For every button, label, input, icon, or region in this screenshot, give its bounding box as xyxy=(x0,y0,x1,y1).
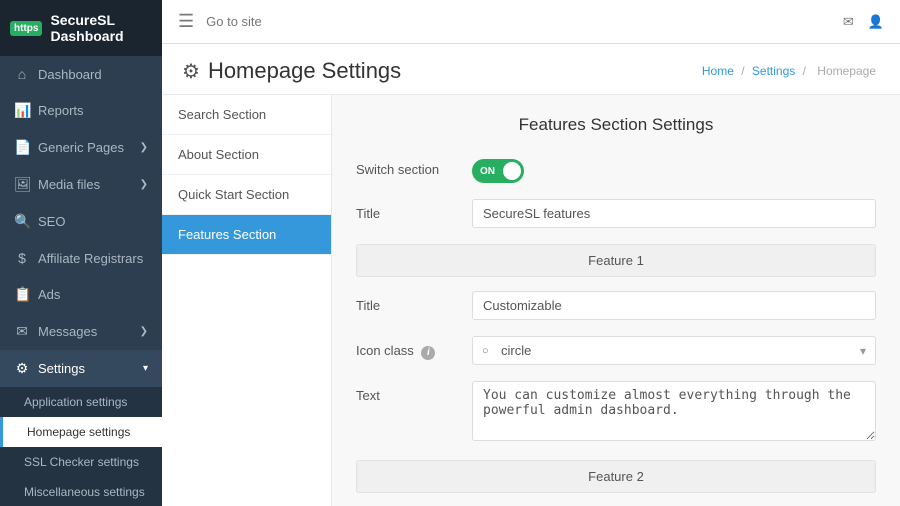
topbar-left: ☰ Go to site xyxy=(178,11,262,32)
section-item-quickstart[interactable]: Quick Start Section xyxy=(162,175,331,215)
sidebar-item-homepage-settings[interactable]: Homepage settings xyxy=(0,417,162,447)
mail-icon[interactable]: ✉ xyxy=(843,14,854,30)
page-title-row: ⚙ Homepage Settings xyxy=(182,58,401,84)
chevron-right-icon: ❯ xyxy=(140,142,148,153)
main-area: ☰ Go to site ✉ 👤 ⚙ Homepage Settings Hom… xyxy=(162,0,900,506)
chevron-right-icon: ❯ xyxy=(140,179,148,190)
feature2-header: Feature 2 xyxy=(356,460,876,493)
sidebar-item-media-files[interactable]: 🖼 Media files ❯ xyxy=(0,166,162,203)
page-settings-icon: ⚙ xyxy=(182,59,200,84)
title-control xyxy=(472,199,876,228)
feature1-icon-control: ○ circle xyxy=(472,336,876,365)
feature1-text-input[interactable]: You can customize almost everything thro… xyxy=(472,381,876,441)
goto-site-link[interactable]: Go to site xyxy=(206,14,262,29)
chevron-down-icon: ▾ xyxy=(143,363,148,374)
feature1-header: Feature 1 xyxy=(356,244,876,277)
feature1-title-input[interactable] xyxy=(472,291,876,320)
ads-icon: 📋 xyxy=(14,286,30,303)
pages-icon: 📄 xyxy=(14,139,30,156)
page-body: Search Section About Section Quick Start… xyxy=(162,95,900,506)
feature1-text-label: Text xyxy=(356,381,456,403)
page-header: ⚙ Homepage Settings Home / Settings / Ho… xyxy=(162,44,900,95)
toggle-switch[interactable]: ON xyxy=(472,159,524,183)
sidebar-item-label: Affiliate Registrars xyxy=(38,251,143,266)
feature1-title-label: Title xyxy=(356,291,456,313)
breadcrumb-home[interactable]: Home xyxy=(702,64,734,78)
sidebar: https SecureSL Dashboard ⌂ Dashboard 📊 R… xyxy=(0,0,162,506)
sidebar-item-label: SEO xyxy=(38,214,65,229)
hamburger-icon[interactable]: ☰ xyxy=(178,11,194,32)
feature1-title-control xyxy=(472,291,876,320)
brand-badge: https xyxy=(10,21,42,36)
title-input[interactable] xyxy=(472,199,876,228)
breadcrumb-sep2: / xyxy=(803,64,810,78)
switch-label: Switch section xyxy=(356,155,456,177)
feature1-title-row: Title xyxy=(356,291,876,320)
sidebar-item-seo[interactable]: 🔍 SEO xyxy=(0,203,162,240)
dashboard-icon: ⌂ xyxy=(14,66,30,82)
breadcrumb-sep1: / xyxy=(741,64,748,78)
chevron-right-icon: ❯ xyxy=(140,326,148,337)
sidebar-item-application-settings[interactable]: Application settings xyxy=(0,387,162,417)
sidebar-item-affiliate[interactable]: $ Affiliate Registrars xyxy=(0,240,162,276)
feature1-text-control: You can customize almost everything thro… xyxy=(472,381,876,444)
sidebar-item-generic-pages[interactable]: 📄 Generic Pages ❯ xyxy=(0,129,162,166)
brand-name: SecureSL Dashboard xyxy=(50,12,152,44)
breadcrumb: Home / Settings / Homepage xyxy=(702,64,880,78)
toggle-wrap: ON xyxy=(472,155,876,183)
sidebar-nav: ⌂ Dashboard 📊 Reports 📄 Generic Pages ❯ … xyxy=(0,56,162,506)
sidebar-item-ssl-checker-settings[interactable]: SSL Checker settings xyxy=(0,447,162,477)
section-item-about[interactable]: About Section xyxy=(162,135,331,175)
sidebar-item-label: Media files xyxy=(38,177,100,192)
section-item-features[interactable]: Features Section xyxy=(162,215,331,255)
feature1-icon-select[interactable]: circle xyxy=(472,336,876,365)
sidebar-item-reports[interactable]: 📊 Reports xyxy=(0,92,162,129)
title-row: Title xyxy=(356,199,876,228)
sidebar-item-label: Messages xyxy=(38,324,97,339)
sidebar-item-label: Reports xyxy=(38,103,84,118)
feature1-icon-row: Icon class i ○ circle xyxy=(356,336,876,365)
page-title: Homepage Settings xyxy=(208,58,401,84)
affiliate-icon: $ xyxy=(14,250,30,266)
topbar-right: ✉ 👤 xyxy=(843,14,884,30)
sidebar-item-dashboard[interactable]: ⌂ Dashboard xyxy=(0,56,162,92)
title-label: Title xyxy=(356,199,456,221)
settings-submenu: Application settings Homepage settings S… xyxy=(0,387,162,506)
breadcrumb-settings[interactable]: Settings xyxy=(752,64,795,78)
sidebar-item-messages[interactable]: ✉ Messages ❯ xyxy=(0,313,162,350)
reports-icon: 📊 xyxy=(14,102,30,119)
media-icon: 🖼 xyxy=(14,176,30,193)
sidebar-item-ads[interactable]: 📋 Ads xyxy=(0,276,162,313)
seo-icon: 🔍 xyxy=(14,213,30,230)
info-icon[interactable]: i xyxy=(421,346,435,360)
form-panel: Features Section Settings Switch section… xyxy=(332,95,900,506)
sidebar-item-label: Generic Pages xyxy=(38,140,124,155)
section-item-search[interactable]: Search Section xyxy=(162,95,331,135)
topbar: ☰ Go to site ✉ 👤 xyxy=(162,0,900,44)
switch-control: ON xyxy=(472,155,876,183)
breadcrumb-current: Homepage xyxy=(817,64,876,78)
toggle-on-label: ON xyxy=(480,166,495,177)
features-section-title: Features Section Settings xyxy=(356,115,876,135)
sidebar-item-miscellaneous-settings[interactable]: Miscellaneous settings xyxy=(0,477,162,506)
user-icon[interactable]: 👤 xyxy=(868,14,884,30)
settings-icon: ⚙ xyxy=(14,360,30,377)
brand: https SecureSL Dashboard xyxy=(0,0,162,56)
sidebar-item-label: Dashboard xyxy=(38,67,102,82)
sidebar-item-settings[interactable]: ⚙ Settings ▾ xyxy=(0,350,162,387)
sidebar-item-label: Settings xyxy=(38,361,85,376)
toggle-knob xyxy=(503,162,521,180)
feature1-icon-label: Icon class i xyxy=(356,336,456,360)
messages-icon: ✉ xyxy=(14,323,30,340)
feature1-select-wrap: ○ circle xyxy=(472,336,876,365)
sidebar-item-label: Ads xyxy=(38,287,60,302)
feature1-text-row: Text You can customize almost everything… xyxy=(356,381,876,444)
switch-section-row: Switch section ON xyxy=(356,155,876,183)
section-list: Search Section About Section Quick Start… xyxy=(162,95,332,506)
